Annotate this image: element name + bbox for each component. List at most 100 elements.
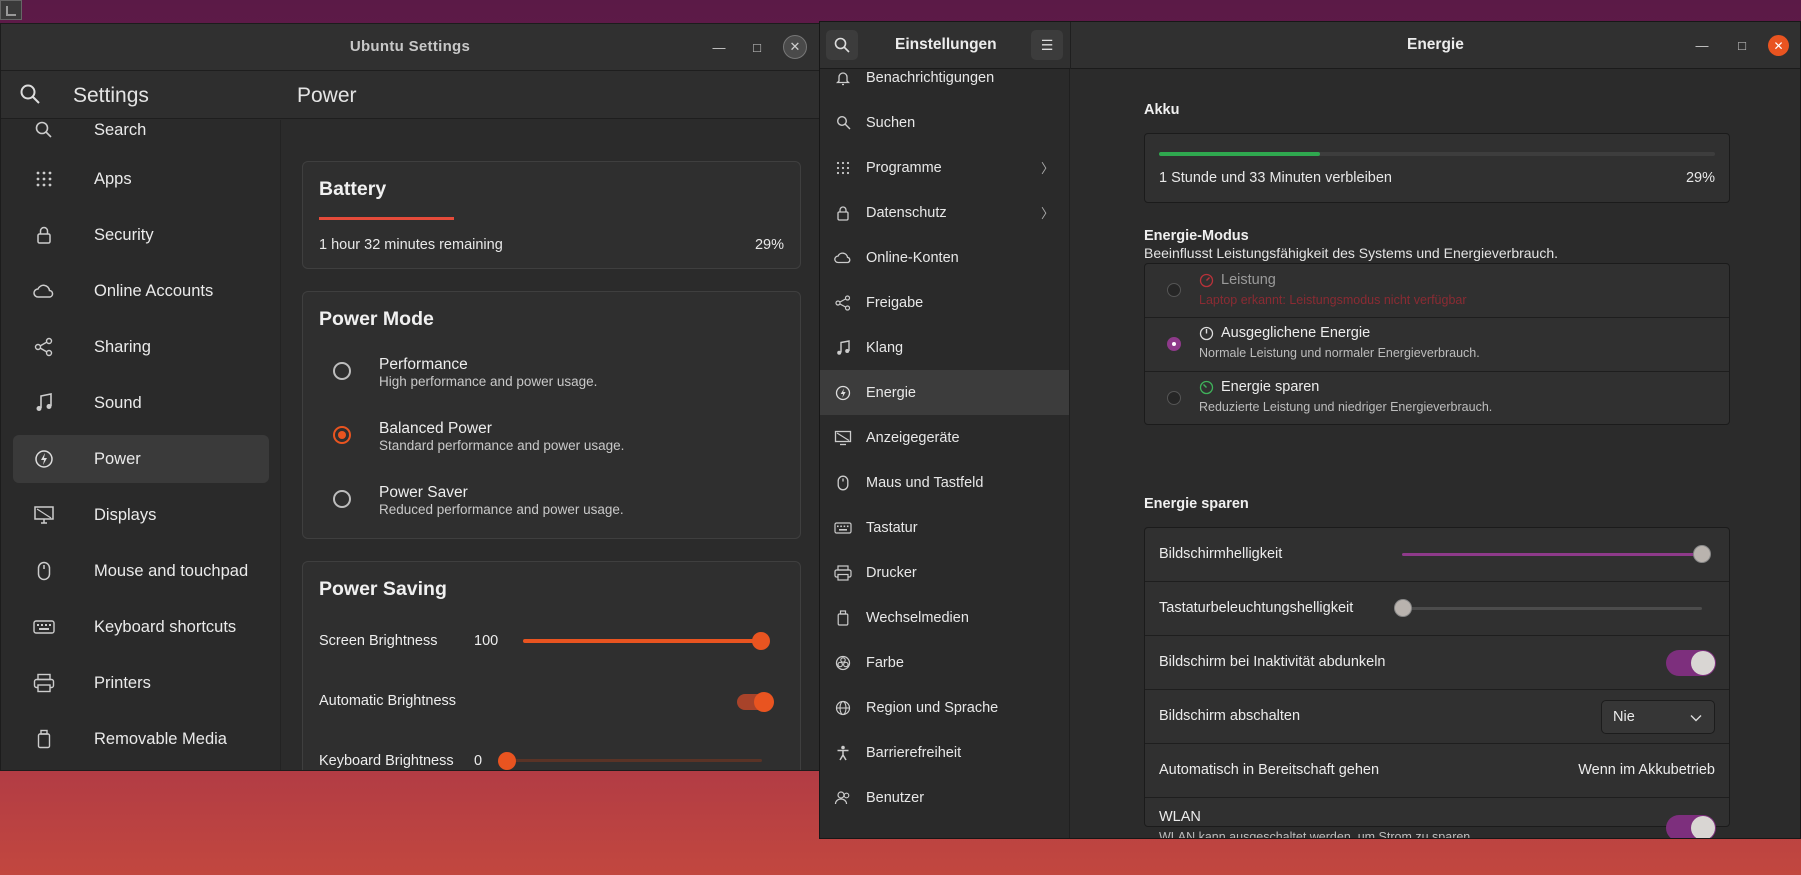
- sidebar-item-label: Printers: [94, 673, 151, 692]
- sidebar-item-freigabe[interactable]: Freigabe: [820, 280, 1069, 325]
- ausgeglichene-energie-radio[interactable]: [1167, 337, 1181, 351]
- tastaturbeleuchtung-slider[interactable]: [1402, 607, 1702, 610]
- sidebar-item-keyboard-shortcuts[interactable]: Keyboard shortcuts: [13, 603, 269, 651]
- energie-sparen-title: Energie sparen: [1144, 496, 1249, 512]
- sidebar-item-programme[interactable]: Programme 〉: [820, 145, 1069, 190]
- sidebar-item-online-konten[interactable]: Online-Konten: [820, 235, 1069, 280]
- display-icon: [29, 505, 59, 525]
- sidebar-item-sharing[interactable]: Sharing: [13, 323, 269, 371]
- leistung-radio[interactable]: [1167, 283, 1181, 297]
- sidebar-item-suchen[interactable]: Suchen: [820, 100, 1069, 145]
- mode-row-leistung[interactable]: Leistung Laptop erkannt: Leistungsmodus …: [1145, 264, 1729, 318]
- sidebar-item-sound[interactable]: Sound: [13, 379, 269, 427]
- screen-brightness-handle[interactable]: [752, 632, 770, 650]
- minimize-button[interactable]: —: [707, 35, 731, 59]
- sidebar-item-barrierefreiheit[interactable]: Barrierefreiheit: [820, 730, 1069, 775]
- performance-radio[interactable]: [333, 362, 351, 380]
- energie-sparen-label: Energie sparen: [1221, 379, 1320, 395]
- search-icon: [834, 37, 850, 53]
- search-button[interactable]: [826, 30, 858, 60]
- sidebar-item-drucker[interactable]: Drucker: [820, 550, 1069, 595]
- share-icon: [834, 294, 852, 311]
- sidebar-item-label: Programme: [866, 159, 942, 176]
- bildschirmhelligkeit-slider[interactable]: [1402, 553, 1702, 556]
- sidebar-item-wechselmedien[interactable]: Wechselmedien: [820, 595, 1069, 640]
- sidebar-item-label: Barrierefreiheit: [866, 744, 962, 761]
- apps-grid-icon: [834, 161, 852, 175]
- battery-level-fill: [319, 217, 454, 220]
- bildschirmhelligkeit-handle[interactable]: [1693, 545, 1711, 563]
- energie-sparen-box: Bildschirmhelligkeit Tastaturbeleuchtung…: [1144, 527, 1730, 838]
- row-automatisch-bereitschaft[interactable]: Automatisch in Bereitschaft gehen Wenn i…: [1145, 744, 1729, 798]
- page-title: Energie: [1407, 36, 1464, 53]
- sidebar-item-region-und-sprache[interactable]: Region und Sprache: [820, 685, 1069, 730]
- app-title: Settings: [73, 84, 149, 107]
- keyboard-brightness-handle[interactable]: [498, 752, 516, 770]
- lock-icon: [29, 225, 59, 245]
- sidebar-item-klang[interactable]: Klang: [820, 325, 1069, 370]
- sidebar-item-mouse-and-touchpad[interactable]: Mouse and touchpad: [13, 547, 269, 595]
- accessibility-icon: [834, 745, 852, 761]
- sidebar-item-displays[interactable]: Displays: [13, 491, 269, 539]
- mode-row-ausgeglichen[interactable]: Ausgeglichene Energie Normale Leistung u…: [1145, 318, 1729, 372]
- tastaturbeleuchtung-handle[interactable]: [1394, 599, 1412, 617]
- sidebar-item-benutzer[interactable]: Benutzer: [820, 775, 1069, 820]
- screen-brightness-slider[interactable]: [523, 639, 759, 643]
- keyboard-brightness-value: 0: [474, 753, 483, 769]
- search-icon[interactable]: [19, 83, 41, 110]
- chevron-right-icon: 〉: [1040, 161, 1054, 176]
- ausgeglichene-energie-desc: Normale Leistung und normaler Energiever…: [1199, 346, 1480, 360]
- headerbar: Settings Power: [1, 71, 819, 119]
- sidebar-item-tastatur[interactable]: Tastatur: [820, 505, 1069, 550]
- maximize-button[interactable]: □: [745, 35, 769, 59]
- music-note-icon: [834, 339, 852, 356]
- ausgeglichene-energie-label: Ausgeglichene Energie: [1221, 325, 1371, 341]
- sidebar-item-datenschutz[interactable]: Datenschutz 〉: [820, 190, 1069, 235]
- energie-sparen-desc: Reduzierte Leistung und niedriger Energi…: [1199, 400, 1493, 414]
- bell-icon: [834, 70, 852, 86]
- apps-grid-icon: [29, 170, 59, 188]
- maximize-button[interactable]: □: [1730, 33, 1754, 57]
- minimize-button[interactable]: —: [1690, 33, 1714, 57]
- sidebar-item-energie[interactable]: Energie: [820, 370, 1069, 415]
- keyboard-icon: [834, 521, 852, 534]
- sidebar-item-maus-und-tastfeld[interactable]: Maus und Tastfeld: [820, 460, 1069, 505]
- desktop-corner-icon[interactable]: [0, 0, 22, 20]
- leistung-label: Leistung: [1221, 272, 1276, 288]
- sidebar-item-benachrichtigungen[interactable]: Benachrichtigungen: [820, 69, 1069, 100]
- sidebar-item-security[interactable]: Security: [13, 211, 269, 259]
- performance-label: Performance: [379, 356, 468, 373]
- akku-remaining: 1 Stunde und 33 Minuten verbleiben: [1159, 170, 1392, 186]
- color-icon: [834, 655, 852, 671]
- keyboard-brightness-slider[interactable]: [506, 759, 762, 762]
- close-button[interactable]: ✕: [783, 35, 807, 59]
- sidebar-item-removable-media[interactable]: Removable Media: [13, 715, 269, 763]
- window-controls: — □ ✕: [707, 24, 807, 70]
- sidebar-item-search[interactable]: Search: [13, 120, 269, 154]
- search-icon: [834, 115, 852, 130]
- wlan-toggle[interactable]: [1666, 815, 1716, 838]
- power-saver-radio[interactable]: [333, 490, 351, 508]
- balanced-power-label: Balanced Power: [379, 420, 492, 437]
- close-button[interactable]: ✕: [1768, 35, 1789, 56]
- sidebar-item-anzeigegeraete[interactable]: Anzeigegeräte: [820, 415, 1069, 460]
- balanced-gauge-icon: [1199, 326, 1214, 341]
- sidebar-item-label: Mouse and touchpad: [94, 561, 249, 580]
- wlan-label: WLAN: [1159, 809, 1201, 825]
- sidebar-item-printers[interactable]: Printers: [13, 659, 269, 707]
- sidebar-item-label: Farbe: [866, 654, 904, 671]
- bildschirm-abschalten-dropdown[interactable]: Nie: [1601, 700, 1715, 734]
- sidebar-item-power[interactable]: Power: [13, 435, 269, 483]
- row-wlan: WLAN WLAN kann ausgeschaltet werden, um …: [1145, 798, 1729, 838]
- balanced-power-radio[interactable]: [333, 426, 351, 444]
- bildschirm-abdunkeln-toggle[interactable]: [1666, 650, 1716, 676]
- mode-row-energie-sparen[interactable]: Energie sparen Reduzierte Leistung und n…: [1145, 372, 1729, 426]
- sidebar-item-label: Removable Media: [94, 729, 227, 748]
- sidebar-item-farbe[interactable]: Farbe: [820, 640, 1069, 685]
- automatic-brightness-toggle[interactable]: [737, 692, 774, 712]
- menu-button[interactable]: ☰: [1031, 30, 1063, 60]
- battery-card: Battery 1 hour 32 minutes remaining 29%: [302, 161, 801, 269]
- sidebar-item-online-accounts[interactable]: Online Accounts: [13, 267, 269, 315]
- sidebar-item-apps[interactable]: Apps: [13, 155, 269, 203]
- energie-sparen-radio[interactable]: [1167, 391, 1181, 405]
